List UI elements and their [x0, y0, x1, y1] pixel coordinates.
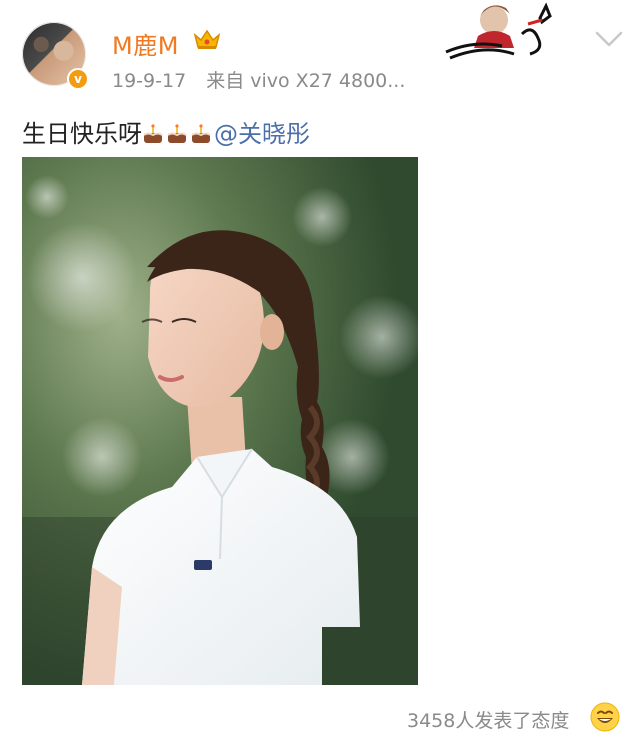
verified-badge-icon: v: [67, 68, 89, 90]
post-timestamp: 19-9-17: [112, 70, 187, 92]
post-photo[interactable]: [22, 157, 418, 685]
post-text: 生日快乐呀 @关晓彤: [22, 114, 310, 149]
reaction-summary[interactable]: 3458人发表了态度: [407, 706, 569, 733]
weibo-post: v M鹿M 19-9-17 来自 vivo X27 4800... 生日快乐呀 @…: [0, 0, 640, 741]
birthday-cake-emoji-icon: [191, 124, 211, 143]
emoji-group: [142, 120, 214, 148]
mention-link[interactable]: @关晓彤: [214, 120, 310, 148]
promo-sticker-image[interactable]: [444, 0, 564, 64]
birthday-cake-emoji-icon: [143, 124, 163, 143]
username[interactable]: M鹿M: [112, 26, 179, 61]
birthday-cake-emoji-icon: [167, 124, 187, 143]
post-source[interactable]: 来自 vivo X27 4800...: [206, 70, 405, 92]
grinning-face-emoji-icon[interactable]: [590, 702, 620, 732]
vip-crown-icon[interactable]: [193, 27, 221, 51]
post-meta: 19-9-17 来自 vivo X27 4800...: [112, 66, 405, 93]
post-text-body: 生日快乐呀: [22, 120, 142, 148]
chevron-down-icon[interactable]: [594, 30, 624, 48]
